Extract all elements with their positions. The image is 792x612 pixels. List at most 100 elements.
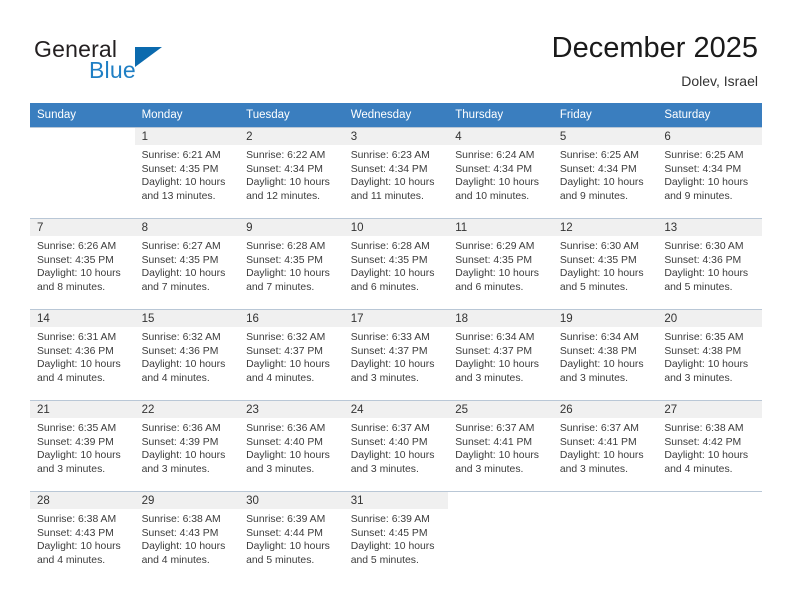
sunset-text: Sunset: 4:35 PM bbox=[141, 254, 219, 266]
sunset-text: Sunset: 4:38 PM bbox=[559, 345, 637, 357]
sunrise-text: Sunrise: 6:28 AM bbox=[246, 241, 326, 252]
day-details: Sunrise: 6:37 AM Sunset: 4:41 PM Daylight:… bbox=[553, 418, 658, 476]
sunrise-text: Sunrise: 6:36 AM bbox=[246, 423, 326, 434]
sunset-text: Sunset: 4:40 PM bbox=[350, 436, 428, 448]
sunrise-text: Sunrise: 6:37 AM bbox=[559, 423, 639, 434]
day-number: 10 bbox=[343, 219, 449, 236]
daylight-text-line2: and 3 minutes. bbox=[350, 372, 419, 384]
sunrise-text: Sunrise: 6:34 AM bbox=[455, 332, 535, 343]
calendar-day-cell[interactable]: 9 Sunrise: 6:28 AM Sunset: 4:35 PM Daylight… bbox=[239, 218, 344, 310]
calendar-day-cell[interactable]: 6 Sunrise: 6:25 AM Sunset: 4:34 PM Daylight… bbox=[657, 127, 762, 219]
day-details: Sunrise: 6:25 AM Sunset: 4:34 PM Daylight:… bbox=[553, 145, 658, 203]
calendar-day-cell[interactable]: 15 Sunrise: 6:32 AM Sunset: 4:36 PM Dayligh… bbox=[134, 309, 240, 401]
day-cell-inner: 1 Sunrise: 6:21 AM Sunset: 4:35 PM Daylight… bbox=[134, 128, 240, 218]
sunrise-text: Sunrise: 6:35 AM bbox=[37, 423, 117, 434]
daylight-text-line1: Daylight: 10 hours bbox=[455, 450, 539, 462]
sunset-text: Sunset: 4:43 PM bbox=[141, 527, 219, 539]
sunset-text: Sunset: 4:41 PM bbox=[455, 436, 533, 448]
daylight-text-line1: Daylight: 10 hours bbox=[37, 359, 121, 371]
calendar-day-cell[interactable]: 24 Sunrise: 6:37 AM Sunset: 4:40 PM Dayligh… bbox=[343, 400, 449, 492]
calendar-day-cell[interactable]: 22 Sunrise: 6:36 AM Sunset: 4:39 PM Dayligh… bbox=[134, 400, 240, 492]
day-cell-inner: 2 Sunrise: 6:22 AM Sunset: 4:34 PM Daylight… bbox=[239, 128, 344, 218]
calendar-cell-empty bbox=[448, 491, 553, 582]
calendar-page: General Blue December 2025 Dolev, Israel… bbox=[0, 0, 792, 612]
day-number: 4 bbox=[448, 128, 553, 145]
day-details: Sunrise: 6:35 AM Sunset: 4:38 PM Daylight:… bbox=[657, 327, 762, 385]
sunset-text: Sunset: 4:35 PM bbox=[559, 254, 637, 266]
daylight-text-line1: Daylight: 10 hours bbox=[141, 450, 226, 462]
calendar-day-cell[interactable]: 2 Sunrise: 6:22 AM Sunset: 4:34 PM Daylight… bbox=[239, 127, 344, 219]
weekday-header-tuesday: Tuesday bbox=[239, 103, 344, 128]
daylight-text-line2: and 5 minutes. bbox=[559, 281, 628, 293]
calendar-day-cell[interactable]: 5 Sunrise: 6:25 AM Sunset: 4:34 PM Daylight… bbox=[552, 127, 658, 219]
calendar-day-cell[interactable]: 23 Sunrise: 6:36 AM Sunset: 4:40 PM Dayligh… bbox=[239, 400, 344, 492]
sunset-text: Sunset: 4:36 PM bbox=[37, 345, 114, 357]
calendar-day-cell[interactable]: 25 Sunrise: 6:37 AM Sunset: 4:41 PM Dayligh… bbox=[448, 400, 553, 492]
sunset-text: Sunset: 4:37 PM bbox=[350, 345, 428, 357]
calendar-day-cell[interactable]: 11 Sunrise: 6:29 AM Sunset: 4:35 PM Dayligh… bbox=[448, 218, 553, 310]
calendar-day-cell[interactable]: 8 Sunrise: 6:27 AM Sunset: 4:35 PM Daylight… bbox=[134, 218, 240, 310]
calendar-day-cell[interactable]: 17 Sunrise: 6:33 AM Sunset: 4:37 PM Dayligh… bbox=[343, 309, 449, 401]
day-number bbox=[30, 128, 135, 145]
day-details: Sunrise: 6:35 AM Sunset: 4:39 PM Daylight:… bbox=[30, 418, 135, 476]
calendar-day-cell[interactable]: 27 Sunrise: 6:38 AM Sunset: 4:42 PM Dayligh… bbox=[657, 400, 762, 492]
daylight-text-line1: Daylight: 10 hours bbox=[455, 268, 539, 280]
daylight-text-line2: and 9 minutes. bbox=[664, 190, 733, 202]
daylight-text-line2: and 4 minutes. bbox=[141, 372, 210, 384]
day-cell-inner: 15 Sunrise: 6:32 AM Sunset: 4:36 PM Dayligh… bbox=[134, 310, 240, 400]
sunset-text: Sunset: 4:42 PM bbox=[664, 436, 742, 448]
daylight-text-line1: Daylight: 10 hours bbox=[350, 177, 435, 189]
calendar-day-cell[interactable]: 18 Sunrise: 6:34 AM Sunset: 4:37 PM Dayligh… bbox=[448, 309, 553, 401]
day-cell-inner: 17 Sunrise: 6:33 AM Sunset: 4:37 PM Dayligh… bbox=[343, 310, 449, 400]
calendar-cell-empty bbox=[657, 491, 762, 582]
sunrise-text: Sunrise: 6:30 AM bbox=[559, 241, 639, 252]
sunset-text: Sunset: 4:34 PM bbox=[559, 163, 637, 175]
daylight-text-line2: and 10 minutes. bbox=[455, 190, 530, 202]
calendar-day-cell[interactable]: 13 Sunrise: 6:30 AM Sunset: 4:36 PM Dayligh… bbox=[657, 218, 762, 310]
calendar-day-cell[interactable]: 21 Sunrise: 6:35 AM Sunset: 4:39 PM Dayligh… bbox=[30, 400, 135, 492]
calendar-day-cell[interactable]: 31 Sunrise: 6:39 AM Sunset: 4:45 PM Dayligh… bbox=[343, 491, 449, 582]
day-number: 22 bbox=[134, 401, 240, 418]
calendar-day-cell[interactable]: 16 Sunrise: 6:32 AM Sunset: 4:37 PM Dayligh… bbox=[239, 309, 344, 401]
sunrise-text: Sunrise: 6:25 AM bbox=[664, 150, 744, 161]
calendar-day-cell[interactable]: 7 Sunrise: 6:26 AM Sunset: 4:35 PM Daylight… bbox=[30, 218, 135, 310]
calendar-day-cell[interactable]: 1 Sunrise: 6:21 AM Sunset: 4:35 PM Daylight… bbox=[134, 127, 240, 219]
calendar-day-cell[interactable]: 10 Sunrise: 6:28 AM Sunset: 4:35 PM Dayligh… bbox=[343, 218, 449, 310]
calendar-day-cell[interactable]: 14 Sunrise: 6:31 AM Sunset: 4:36 PM Dayligh… bbox=[30, 309, 135, 401]
daylight-text-line1: Daylight: 10 hours bbox=[350, 359, 435, 371]
sunrise-text: Sunrise: 6:26 AM bbox=[37, 241, 117, 252]
daylight-text-line1: Daylight: 10 hours bbox=[350, 541, 435, 553]
calendar-day-cell[interactable]: 30 Sunrise: 6:39 AM Sunset: 4:44 PM Dayligh… bbox=[239, 491, 344, 582]
calendar-day-cell[interactable]: 12 Sunrise: 6:30 AM Sunset: 4:35 PM Dayligh… bbox=[552, 218, 658, 310]
sunrise-text: Sunrise: 6:30 AM bbox=[664, 241, 744, 252]
day-details: Sunrise: 6:34 AM Sunset: 4:38 PM Daylight:… bbox=[553, 327, 658, 385]
calendar-day-cell[interactable]: 3 Sunrise: 6:23 AM Sunset: 4:34 PM Daylight… bbox=[343, 127, 449, 219]
sunrise-text: Sunrise: 6:22 AM bbox=[246, 150, 326, 161]
day-cell-inner: 20 Sunrise: 6:35 AM Sunset: 4:38 PM Dayligh… bbox=[657, 310, 762, 400]
sunset-text: Sunset: 4:35 PM bbox=[455, 254, 533, 266]
day-number: 18 bbox=[448, 310, 553, 327]
calendar-day-cell[interactable]: 20 Sunrise: 6:35 AM Sunset: 4:38 PM Dayligh… bbox=[657, 309, 762, 401]
day-cell-inner: 29 Sunrise: 6:38 AM Sunset: 4:43 PM Dayligh… bbox=[134, 492, 240, 582]
day-cell-inner: 12 Sunrise: 6:30 AM Sunset: 4:35 PM Dayligh… bbox=[552, 219, 658, 309]
day-details: Sunrise: 6:30 AM Sunset: 4:36 PM Daylight:… bbox=[657, 236, 762, 294]
day-details: Sunrise: 6:25 AM Sunset: 4:34 PM Daylight:… bbox=[657, 145, 762, 203]
day-cell-inner: 23 Sunrise: 6:36 AM Sunset: 4:40 PM Dayligh… bbox=[239, 401, 344, 491]
day-number: 7 bbox=[30, 219, 135, 236]
day-number: 26 bbox=[552, 401, 658, 418]
daylight-text-line1: Daylight: 10 hours bbox=[141, 359, 226, 371]
sunrise-text: Sunrise: 6:29 AM bbox=[455, 241, 535, 252]
sunrise-text: Sunrise: 6:23 AM bbox=[350, 150, 430, 161]
calendar-day-cell[interactable]: 4 Sunrise: 6:24 AM Sunset: 4:34 PM Daylight… bbox=[448, 127, 553, 219]
day-details: Sunrise: 6:27 AM Sunset: 4:35 PM Daylight:… bbox=[135, 236, 240, 294]
calendar-week-row: 14 Sunrise: 6:31 AM Sunset: 4:36 PM Dayligh… bbox=[30, 309, 762, 401]
calendar-day-cell[interactable]: 26 Sunrise: 6:37 AM Sunset: 4:41 PM Dayligh… bbox=[552, 400, 658, 492]
calendar-week-row: 1 Sunrise: 6:21 AM Sunset: 4:35 PM Daylight… bbox=[30, 127, 762, 219]
day-cell-inner: 8 Sunrise: 6:27 AM Sunset: 4:35 PM Daylight… bbox=[134, 219, 240, 309]
daylight-text-line1: Daylight: 10 hours bbox=[246, 268, 330, 280]
day-details: Sunrise: 6:24 AM Sunset: 4:34 PM Daylight:… bbox=[448, 145, 553, 203]
calendar-day-cell[interactable]: 28 Sunrise: 6:38 AM Sunset: 4:43 PM Dayligh… bbox=[30, 491, 135, 582]
calendar-day-cell[interactable]: 19 Sunrise: 6:34 AM Sunset: 4:38 PM Dayligh… bbox=[552, 309, 658, 401]
day-cell-inner: 9 Sunrise: 6:28 AM Sunset: 4:35 PM Daylight… bbox=[239, 219, 344, 309]
calendar-day-cell[interactable]: 29 Sunrise: 6:38 AM Sunset: 4:43 PM Dayligh… bbox=[134, 491, 240, 582]
